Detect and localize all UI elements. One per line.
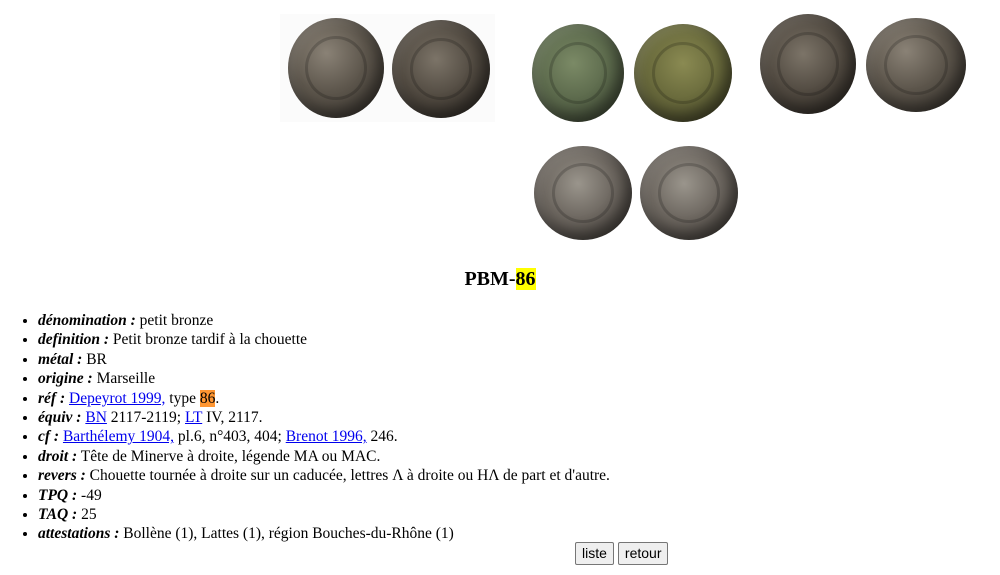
field-value: BR xyxy=(82,350,107,368)
equiv-link-lt[interactable]: LT xyxy=(185,409,202,426)
field-value: Marseille xyxy=(92,370,156,388)
coin-reverse xyxy=(392,20,490,118)
field-revers: revers : Chouette tournée à droite sur u… xyxy=(38,466,610,485)
cf-link-brenot[interactable]: Brenot 1996, xyxy=(286,428,367,445)
field-label: réf : xyxy=(38,389,66,407)
field-value: Bollène (1), Lattes (1), région Bouches-… xyxy=(119,525,454,543)
field-value: petit bronze xyxy=(135,312,214,329)
field-label: TAQ : xyxy=(38,506,78,524)
field-text: pl.6, n°403, 404; xyxy=(174,428,286,446)
field-label: droit : xyxy=(38,447,78,465)
field-origine: origine : Marseille xyxy=(38,369,610,388)
title-prefix: PBM- xyxy=(464,268,516,290)
field-value: -49 xyxy=(77,486,102,504)
field-equiv: équiv : BN 2117-2119; LT IV, 2117. xyxy=(38,408,610,427)
field-label: revers : xyxy=(38,467,86,485)
coin-photo-4 xyxy=(528,142,742,242)
coin-obverse xyxy=(288,18,384,118)
title-number: 86 xyxy=(515,268,536,290)
field-droit: droit : Tête de Minerve à droite, légend… xyxy=(38,447,610,466)
ref-link-depeyrot[interactable]: Depeyrot 1999, xyxy=(69,390,165,407)
field-cf: cf : Barthélemy 1904, pl.6, n°403, 404; … xyxy=(38,427,610,446)
field-denomination: dénomination : petit bronze xyxy=(38,311,610,330)
field-label: métal : xyxy=(38,350,83,368)
field-tpq: TPQ : -49 xyxy=(38,486,610,505)
page-title: PBM-86 xyxy=(0,266,1000,292)
field-label: attestations : xyxy=(38,525,120,543)
coin-images xyxy=(0,0,1000,250)
retour-button[interactable]: retour xyxy=(617,542,669,565)
coin-obverse xyxy=(760,14,856,114)
field-value: Petit bronze tardif à la chouette xyxy=(109,331,308,349)
coin-obverse xyxy=(532,24,624,122)
field-label: dénomination : xyxy=(38,312,136,329)
field-label: cf : xyxy=(38,428,60,446)
field-value: Tête de Minerve à droite, légende MA ou … xyxy=(77,447,381,465)
field-label: definition : xyxy=(38,331,110,349)
liste-button[interactable]: liste xyxy=(575,542,614,565)
coin-details-list: dénomination : petit bronze definition :… xyxy=(0,311,610,544)
field-value: Chouette tournée à droite sur un caducée… xyxy=(85,467,610,485)
field-text: 246. xyxy=(366,428,398,446)
coin-obverse xyxy=(534,146,632,240)
type-number: 86 xyxy=(199,389,216,407)
field-attestations: attestations : Bollène (1), Lattes (1), … xyxy=(38,524,610,543)
equiv-link-bn[interactable]: BN xyxy=(85,409,107,426)
field-text: 2117-2119; xyxy=(106,409,185,427)
cf-link-barthelemy[interactable]: Barthélemy 1904, xyxy=(63,428,174,445)
field-value: 25 xyxy=(77,506,97,524)
field-text: IV, 2117. xyxy=(202,409,263,427)
field-label: TPQ : xyxy=(38,486,78,504)
field-metal: métal : BR xyxy=(38,350,610,369)
field-label: équiv : xyxy=(38,409,82,427)
coin-reverse xyxy=(640,146,738,240)
coin-reverse xyxy=(866,18,966,112)
field-ref: réf : Depeyrot 1999, type 86. xyxy=(38,389,610,408)
field-label: origine : xyxy=(38,370,93,388)
coin-photo-1 xyxy=(280,14,495,122)
field-taq: TAQ : 25 xyxy=(38,505,610,524)
coin-reverse xyxy=(634,24,732,122)
coin-photo-2 xyxy=(528,20,740,124)
field-text: type xyxy=(165,389,200,407)
coin-photo-3 xyxy=(756,10,970,120)
field-definition: definition : Petit bronze tardif à la ch… xyxy=(38,330,610,349)
field-text: . xyxy=(215,389,220,407)
action-buttons: liste retour xyxy=(575,542,672,565)
